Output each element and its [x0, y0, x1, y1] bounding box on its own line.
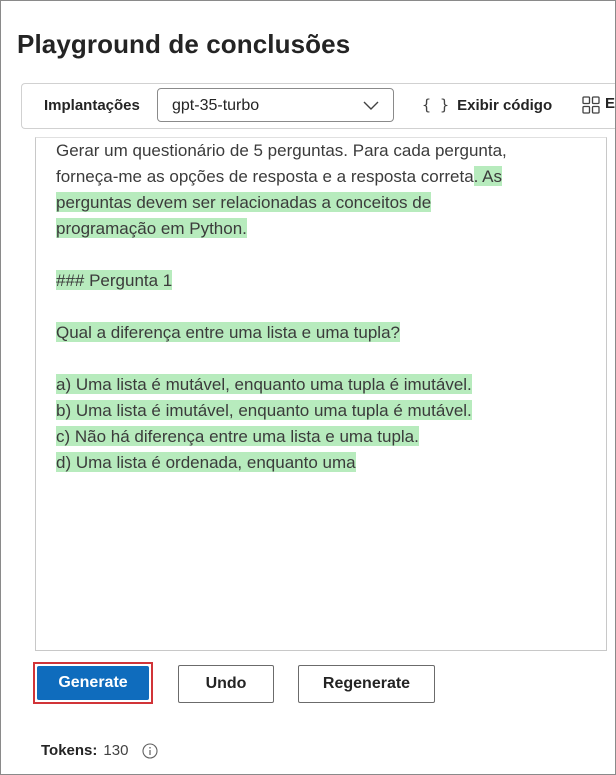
view-code-button[interactable]: { } Exibir código [422, 88, 552, 122]
editor-line: ### Pergunta 1 [56, 268, 566, 294]
info-icon[interactable] [142, 742, 158, 759]
code-braces-icon: { } [422, 96, 450, 114]
editor-line: d) Uma lista é ordenada, enquanto uma [56, 450, 566, 476]
completions-playground: Playground de conclusões Implantações gp… [0, 0, 616, 775]
editor-line: c) Não há diferença entre uma lista e um… [56, 424, 566, 450]
view-code-label: Exibir código [457, 96, 553, 114]
completion-text: Qual a diferença entre uma lista e uma t… [56, 323, 400, 342]
completion-text: a) Uma lista é mutável, enquanto uma tup… [56, 375, 472, 394]
toolbar: Implantações gpt-35-turbo { } Exibir cód… [21, 83, 615, 129]
editor-line: a) Uma lista é mutável, enquanto uma tup… [56, 372, 566, 398]
editor-line: Qual a diferença entre uma lista e uma t… [56, 320, 566, 346]
editor-line: programação em Python. [56, 216, 566, 242]
editor-line: b) Uma lista é imutável, enquanto uma tu… [56, 398, 566, 424]
grid-icon [582, 96, 600, 114]
chevron-down-icon [363, 101, 379, 110]
deployments-label: Implantações [44, 97, 140, 114]
tokens-value: 130 [103, 742, 129, 759]
generate-button[interactable]: Generate [37, 666, 149, 700]
completion-text: c) Não há diferença entre uma lista e um… [56, 427, 419, 446]
truncated-button-label: E [605, 95, 616, 112]
completion-text: b) Uma lista é imutável, enquanto uma tu… [56, 401, 472, 420]
completion-text: programação em Python. [56, 219, 247, 238]
undo-button[interactable]: Undo [178, 665, 274, 703]
prompt-text: Gerar um questionário de 5 perguntas. Pa… [56, 141, 507, 160]
deployment-value: gpt-35-turbo [172, 97, 260, 114]
completion-text: . As [473, 167, 503, 186]
tokens-label: Tokens: [41, 742, 98, 759]
completion-text: ### Pergunta 1 [56, 271, 173, 290]
editor-line: perguntas devem ser relacionadas a conce… [56, 190, 566, 216]
regenerate-button[interactable]: Regenerate [298, 665, 435, 703]
completion-text: perguntas devem ser relacionadas a conce… [56, 193, 432, 212]
toolbar-grid-button[interactable]: E [582, 95, 615, 114]
prompt-editor[interactable]: Gerar um questionário de 5 perguntas. Pa… [35, 137, 607, 651]
token-counter: Tokens: 130 [41, 742, 158, 759]
deployment-dropdown[interactable]: gpt-35-turbo [157, 88, 394, 122]
editor-line: Gerar um questionário de 5 perguntas. Pa… [56, 138, 566, 164]
page-title: Playground de conclusões [17, 29, 351, 59]
editor-line: forneça-me as opções de resposta e a res… [56, 164, 566, 190]
completion-text: d) Uma lista é ordenada, enquanto uma [56, 453, 356, 472]
prompt-text: forneça-me as opções de resposta e a res… [56, 167, 474, 186]
editor-content[interactable]: Gerar um questionário de 5 perguntas. Pa… [56, 138, 566, 476]
